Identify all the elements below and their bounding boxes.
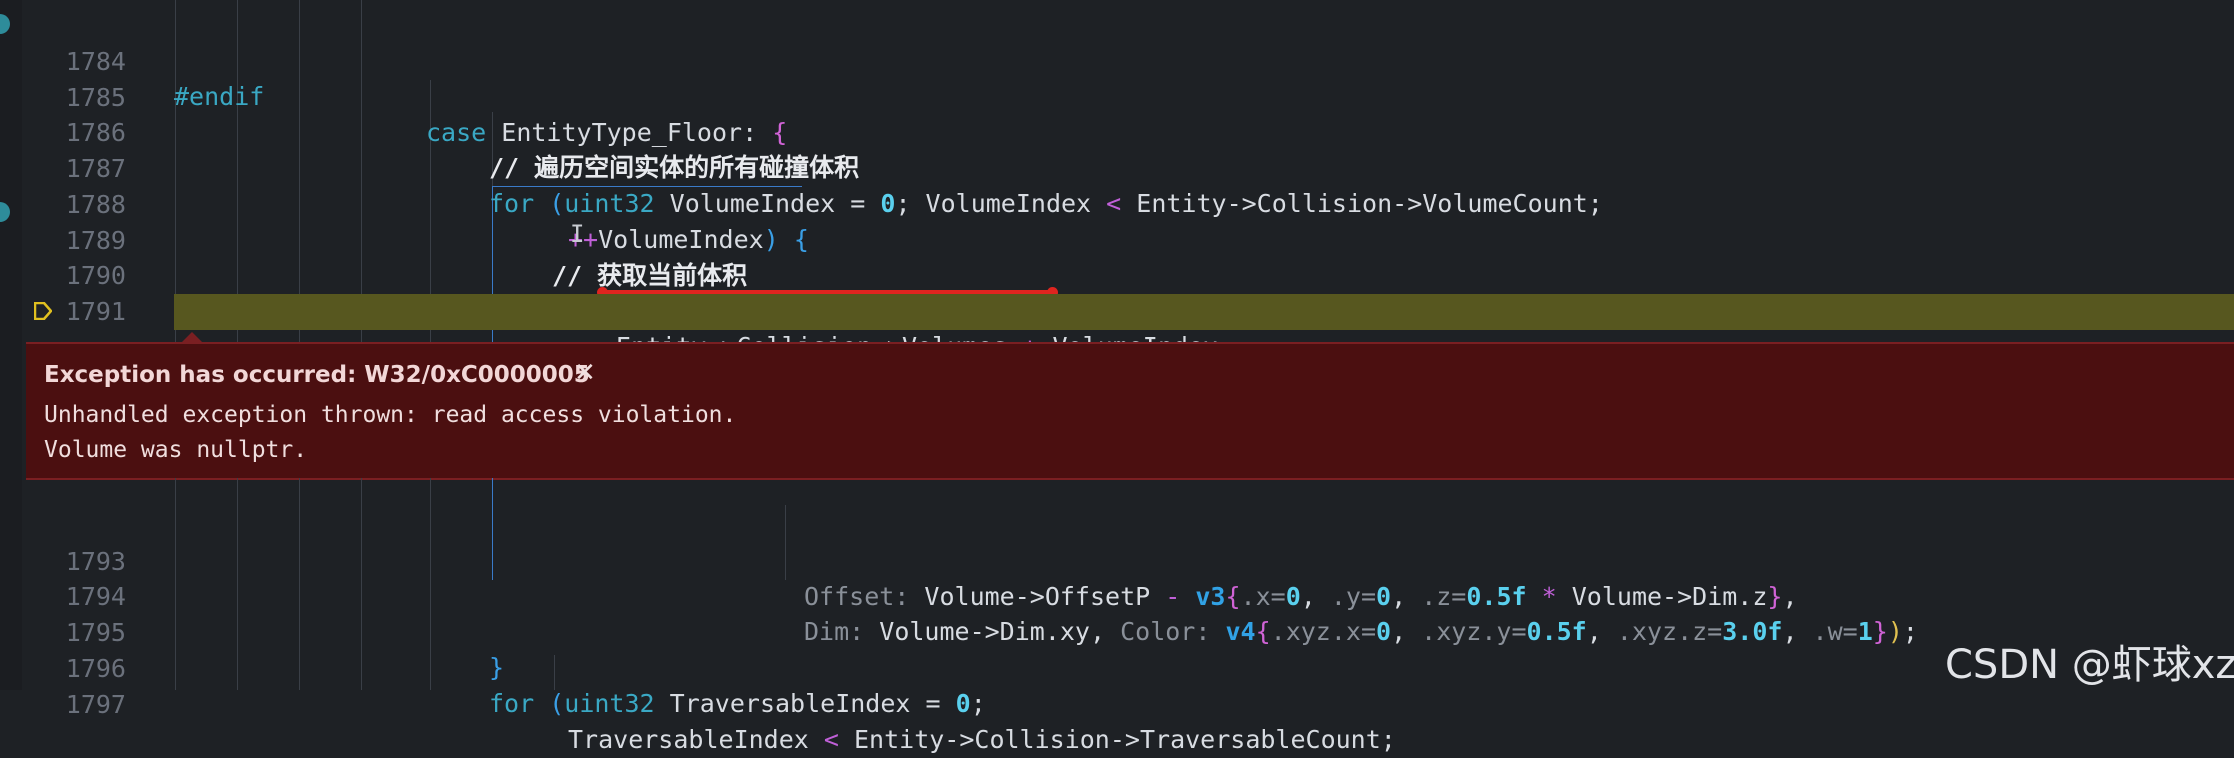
exception-message: Unhandled exception thrown: read access … bbox=[44, 402, 737, 428]
code-line[interactable]: 1795 } bbox=[0, 579, 2234, 683]
code-line[interactable]: 1785 case EntityType_Floor: { bbox=[0, 44, 2234, 148]
execution-pointer-icon bbox=[34, 302, 52, 320]
code-line[interactable]: 1786 // 遍历空间实体的所有碰撞体积 bbox=[0, 79, 2234, 183]
exception-message: Volume was nullptr. bbox=[44, 437, 308, 463]
code-line[interactable]: 1791 Entity->Collision->Volumes + Volume… bbox=[0, 258, 2234, 362]
code-line[interactable]: 1793 Offset: Volume->OffsetP - v3{.x=0, … bbox=[0, 508, 2234, 612]
close-icon[interactable]: ✕ bbox=[574, 358, 596, 388]
code-line[interactable]: 1787 for (uint32 VolumeIndex = 0; Volume… bbox=[0, 115, 2234, 219]
code-line[interactable]: 1790 sim_entity_collision_volume *Volume… bbox=[0, 222, 2234, 326]
code-line[interactable]: 1788 ++VolumeIndex) { bbox=[0, 151, 2234, 255]
code-line[interactable]: 1784 #endif bbox=[0, 8, 2234, 112]
current-line-highlight bbox=[174, 294, 2234, 330]
code-line[interactable]: 1797 TraversableIndex < Entity->Collisio… bbox=[0, 651, 2234, 755]
line-number: 1797 bbox=[65, 689, 126, 719]
code-line[interactable]: 1789 // 获取当前体积 bbox=[0, 187, 2234, 291]
current-code-line[interactable]: 1792 PushRectOutline(Group: RenderGroup,… bbox=[0, 294, 2234, 468]
exception-title: Exception has occurred: W32/0xC0000005 bbox=[44, 362, 590, 388]
code-line[interactable]: 1794 Dim: Volume->Dim.xy, Color: v4{.xyz… bbox=[0, 543, 2234, 647]
code-line[interactable]: 1796 for (uint32 TraversableIndex = 0; bbox=[0, 615, 2234, 719]
exception-pointer bbox=[182, 332, 202, 342]
text-cursor-icon: I bbox=[570, 220, 585, 248]
exception-widget: Exception has occurred: W32/0xC0000005 ✕… bbox=[26, 342, 2234, 480]
watermark: CSDN @虾球xz bbox=[1945, 642, 2234, 688]
